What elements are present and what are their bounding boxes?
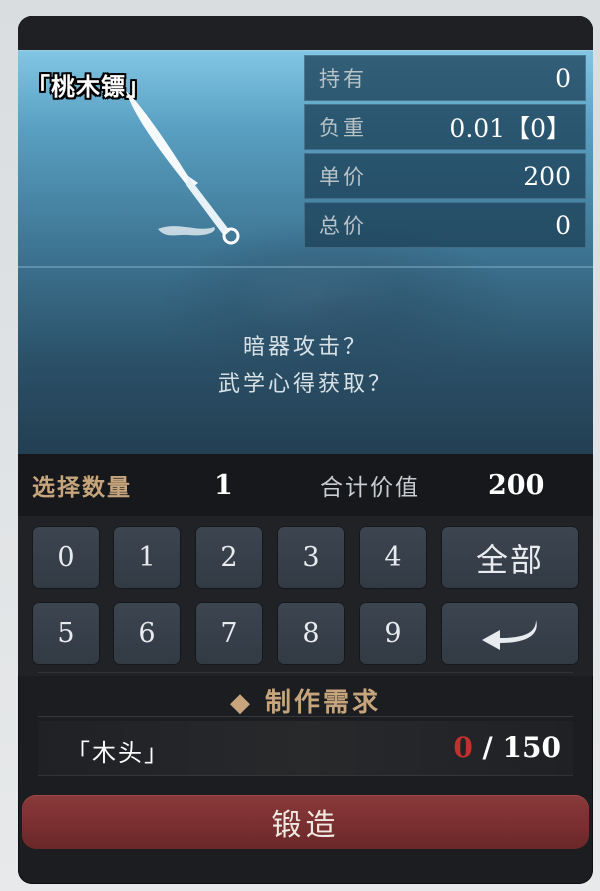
key-6[interactable]: 6 (113, 602, 181, 665)
key-0[interactable]: 0 (32, 526, 100, 589)
backspace-arrow-icon (482, 619, 537, 650)
key-7[interactable]: 7 (195, 602, 263, 665)
stat-value: 0 (555, 210, 571, 240)
stat-row-weight: 负重 0.01【0】 (304, 104, 586, 150)
key-3[interactable]: 3 (277, 526, 345, 589)
stat-row-unit-price: 单价 200 (304, 153, 586, 199)
item-preview: 「桃木镖」 持有 0 负重 0.01【0】 单价 200 总价 0 暗器攻击？ … (18, 50, 593, 471)
stat-value: 0.01【0】 (449, 114, 571, 143)
stat-value: 0 (555, 63, 571, 93)
key-4[interactable]: 4 (359, 526, 427, 589)
material-separator: / (472, 731, 503, 764)
material-count: 0 / 150 (453, 731, 561, 764)
stat-value: 200 (523, 161, 571, 191)
material-need: 150 (502, 731, 561, 764)
backspace-button[interactable] (441, 602, 579, 665)
key-9[interactable]: 9 (359, 602, 427, 665)
requirements-header: ◆ 制作需求 (229, 688, 382, 718)
quantity-label: 选择数量 (32, 475, 132, 501)
divider (38, 716, 573, 717)
stat-label: 单价 (319, 165, 367, 189)
stat-row-total-price: 总价 0 (304, 202, 586, 248)
forge-button[interactable]: 锻造 (22, 795, 589, 849)
preview-divider (18, 266, 593, 268)
stat-label: 负重 (319, 116, 367, 140)
key-1[interactable]: 1 (113, 526, 181, 589)
craft-panel: 「桃木镖」 持有 0 负重 0.01【0】 单价 200 总价 0 暗器攻击？ … (18, 16, 593, 884)
brush-icon (126, 91, 240, 245)
quantity-value: 1 (214, 469, 233, 501)
stat-label: 总价 (319, 214, 367, 238)
quantity-bar: 选择数量 1 合计价值 200 (18, 454, 593, 516)
stat-label: 持有 (319, 67, 367, 91)
total-value-label: 合计价值 (320, 475, 420, 501)
stat-row-held: 持有 0 (304, 55, 586, 101)
description-line: 暗器攻击？ (242, 335, 368, 360)
item-stats: 持有 0 负重 0.01【0】 单价 200 总价 0 (304, 55, 586, 251)
all-button[interactable]: 全部 (441, 526, 579, 589)
material-have: 0 (453, 731, 473, 764)
total-value: 200 (488, 469, 545, 501)
key-8[interactable]: 8 (277, 602, 345, 665)
number-keypad: 0 1 2 3 4 全部 5 6 7 8 9 (18, 516, 593, 676)
key-5[interactable]: 5 (32, 602, 100, 665)
divider (38, 672, 573, 673)
requirement-row: 「木头」 0 / 150 (38, 721, 573, 776)
material-name: 「木头」 (66, 739, 170, 767)
item-description: 暗器攻击？ 武学心得获取？ (18, 329, 593, 403)
description-line: 武学心得获取？ (217, 372, 393, 397)
key-2[interactable]: 2 (195, 526, 263, 589)
panel-top-strip (18, 16, 593, 50)
